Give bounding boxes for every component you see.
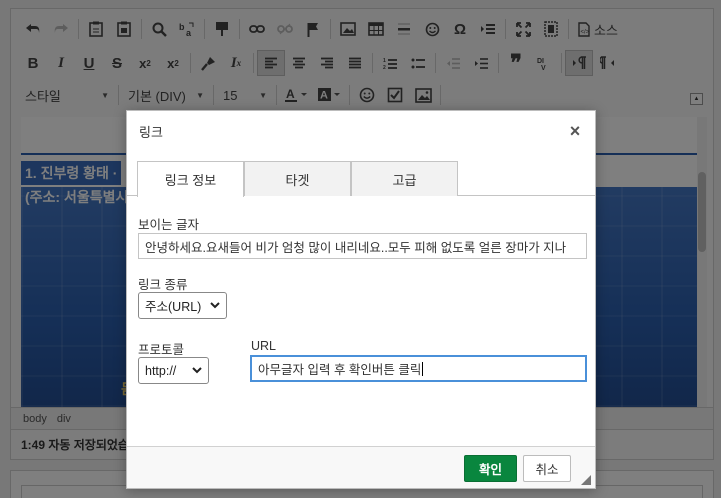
- link-type-label: 링크 종류: [138, 278, 188, 292]
- dialog-footer: 확인 취소: [127, 446, 595, 488]
- link-dialog: 링크 × 링크 정보 타겟 고급 보이는 글자 안녕하세요.요새들어 비가 엄청…: [126, 110, 596, 489]
- dialog-tabs: 링크 정보 타겟 고급: [137, 161, 458, 197]
- display-text-field[interactable]: 안녕하세요.요새들어 비가 엄청 많이 내리네요..모두 피해 없도록 얼른 장…: [138, 233, 587, 259]
- dialog-title: 링크: [139, 124, 163, 140]
- url-field[interactable]: 아무글자 입력 후 확인버튼 클릭: [250, 355, 587, 382]
- protocol-select[interactable]: http://: [138, 357, 209, 384]
- resize-grip-icon[interactable]: [581, 474, 591, 485]
- dialog-body: 보이는 글자 안녕하세요.요새들어 비가 엄청 많이 내리네요..모두 피해 없…: [127, 196, 595, 448]
- tab-link-info[interactable]: 링크 정보: [137, 161, 244, 197]
- cancel-button[interactable]: 취소: [523, 455, 571, 482]
- text-caret: [422, 361, 424, 376]
- link-type-select[interactable]: 주소(URL): [138, 292, 227, 319]
- tab-target[interactable]: 타겟: [244, 161, 351, 196]
- url-field-value: 아무글자 입력 후 확인버튼 클릭: [258, 363, 422, 377]
- chevron-down-icon: [210, 301, 220, 311]
- close-icon[interactable]: ×: [567, 121, 583, 141]
- link-type-value: 주소(URL): [145, 300, 202, 314]
- ok-button[interactable]: 확인: [464, 455, 517, 482]
- chevron-down-icon: [192, 366, 202, 376]
- tab-advanced[interactable]: 고급: [351, 161, 458, 196]
- protocol-label: 프로토콜: [138, 343, 185, 357]
- url-label: URL: [251, 339, 277, 353]
- protocol-value: http://: [145, 363, 177, 378]
- display-text-label: 보이는 글자: [138, 218, 199, 232]
